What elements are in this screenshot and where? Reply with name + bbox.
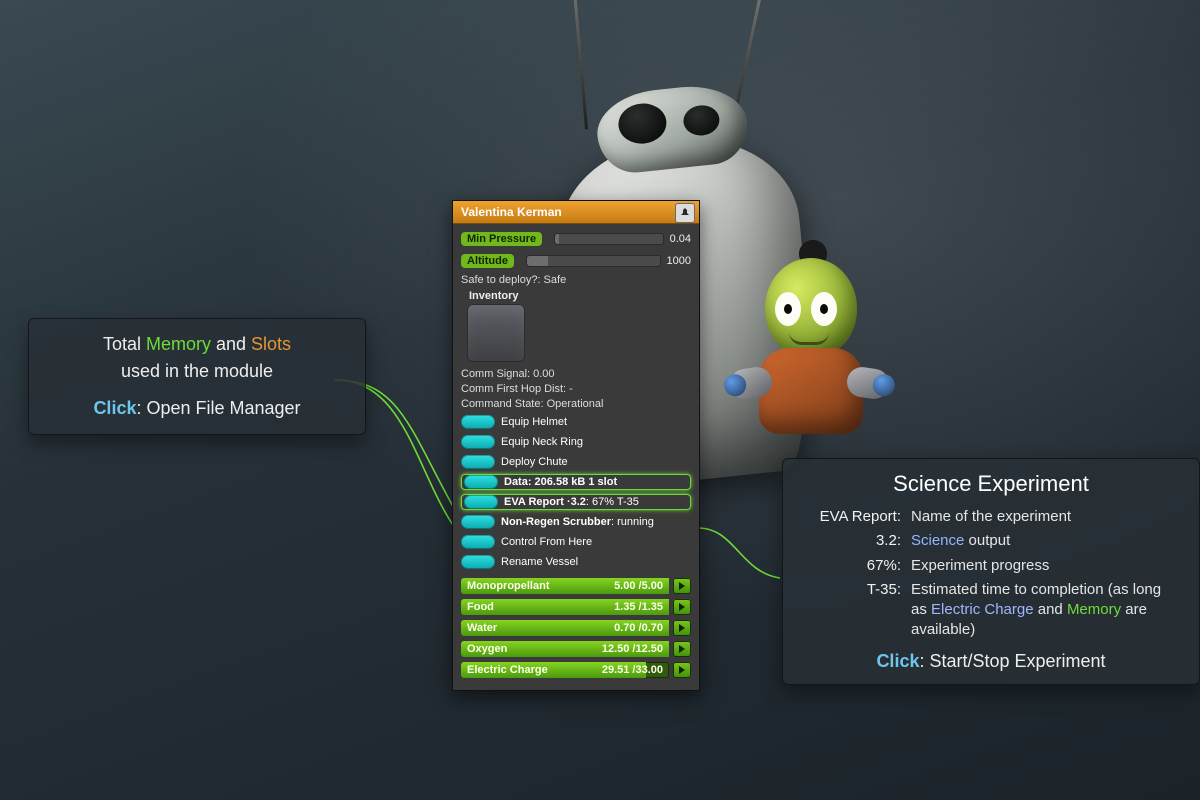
toggle-icon xyxy=(464,495,498,509)
resource-bar: Water 0.70 /0.70 xyxy=(461,620,669,636)
action-label: Equip Helmet xyxy=(501,416,567,428)
callout-click-line: Click: Open File Manager xyxy=(47,395,347,422)
resource-label: Electric Charge xyxy=(467,662,548,678)
action-rename-vessel[interactable]: Rename Vessel xyxy=(461,553,691,571)
resource-bar: Food 1.35 /1.35 xyxy=(461,599,669,615)
callout-experiment: Science Experiment EVA Report: Name of t… xyxy=(782,458,1200,685)
comm-hop: Comm First Hop Dist: - xyxy=(461,383,691,395)
toggle-icon xyxy=(461,455,495,469)
toggle-icon xyxy=(461,555,495,569)
safe-to-deploy: Safe to deploy?: Safe xyxy=(461,274,691,286)
min-pressure-label: Min Pressure xyxy=(461,232,542,246)
panel-titlebar[interactable]: Valentina Kerman xyxy=(453,201,699,224)
action-label: Non-Regen Scrubber: running xyxy=(501,516,654,528)
action-data-file-manager[interactable]: Data: 206.58 kB 1 slot xyxy=(461,473,691,491)
pin-icon xyxy=(679,207,691,219)
action-control-from-here[interactable]: Control From Here xyxy=(461,533,691,551)
min-pressure-slider[interactable] xyxy=(554,233,663,245)
resource-value: 0.70 /0.70 xyxy=(614,620,663,636)
resource-toggle-button[interactable] xyxy=(673,641,691,657)
resource-toggle-button[interactable] xyxy=(673,662,691,678)
resource-toggle-button[interactable] xyxy=(673,599,691,615)
pin-button[interactable] xyxy=(675,203,695,223)
toggle-icon xyxy=(464,475,498,489)
resource-food: Food 1.35 /1.35 xyxy=(461,598,691,616)
def-key: EVA Report: xyxy=(801,507,901,527)
toggle-icon xyxy=(461,535,495,549)
resource-bar: Monopropellant 5.00 /5.00 xyxy=(461,578,669,594)
action-label: EVA Report ·3.2: 67% T-35 xyxy=(504,496,639,508)
callout-file-manager: Total Memory and Slots used in the modul… xyxy=(28,318,366,435)
resource-bar: Electric Charge 29.51 /33.00 xyxy=(461,662,669,678)
toggle-icon xyxy=(461,415,495,429)
action-label: Data: 206.58 kB 1 slot xyxy=(504,476,617,488)
slots-word: Slots xyxy=(251,334,291,354)
action-eva-report[interactable]: EVA Report ·3.2: 67% T-35 xyxy=(461,493,691,511)
click-word: Click xyxy=(876,651,919,671)
def-key: 67%: xyxy=(801,556,901,576)
resource-water: Water 0.70 /0.70 xyxy=(461,619,691,637)
action-deploy-chute[interactable]: Deploy Chute xyxy=(461,453,691,471)
action-label: Deploy Chute xyxy=(501,456,568,468)
action-equip-helmet[interactable]: Equip Helmet xyxy=(461,413,691,431)
science-word: Science xyxy=(911,532,964,549)
play-icon xyxy=(678,624,686,632)
altitude-slider[interactable] xyxy=(526,255,661,267)
kerbal-panel: Valentina Kerman Min Pressure 0.04 Altit… xyxy=(452,200,700,691)
resource-monopropellant: Monopropellant 5.00 /5.00 xyxy=(461,577,691,595)
action-label: Equip Neck Ring xyxy=(501,436,583,448)
altitude-row[interactable]: Altitude 1000 xyxy=(461,252,691,270)
callout-click-line: Click: Start/Stop Experiment xyxy=(801,651,1181,672)
resource-oxygen: Oxygen 12.50 /12.50 xyxy=(461,640,691,658)
toggle-icon xyxy=(461,435,495,449)
resource-label: Food xyxy=(467,599,494,615)
play-icon xyxy=(678,582,686,590)
callout-title: Science Experiment xyxy=(801,471,1181,497)
action-equip-neck-ring[interactable]: Equip Neck Ring xyxy=(461,433,691,451)
memory-word: Memory xyxy=(1067,601,1121,618)
min-pressure-row[interactable]: Min Pressure 0.04 xyxy=(461,230,691,248)
callout-line: used in the module xyxy=(47,358,347,385)
resource-label: Oxygen xyxy=(467,641,507,657)
inventory-slot[interactable] xyxy=(467,304,525,362)
resource-value: 1.35 /1.35 xyxy=(614,599,663,615)
action-label: Control From Here xyxy=(501,536,592,548)
resource-value: 12.50 /12.50 xyxy=(602,641,663,657)
resource-label: Monopropellant xyxy=(467,578,550,594)
comm-signal: Comm Signal: 0.00 xyxy=(461,368,691,380)
resource-value: 29.51 /33.00 xyxy=(602,662,663,678)
def-key: 3.2: xyxy=(801,531,901,551)
action-scrubber[interactable]: Non-Regen Scrubber: running xyxy=(461,513,691,531)
resource-bar: Oxygen 12.50 /12.50 xyxy=(461,641,669,657)
min-pressure-value: 0.04 xyxy=(670,233,691,245)
toggle-icon xyxy=(461,515,495,529)
def-val: Estimated time to completion (as long as… xyxy=(911,580,1181,641)
def-key: T-35: xyxy=(801,580,901,641)
action-label: Rename Vessel xyxy=(501,556,578,568)
click-word: Click xyxy=(93,398,136,418)
slider-fill xyxy=(555,234,559,244)
memory-word: Memory xyxy=(146,334,211,354)
command-state: Command State: Operational xyxy=(461,398,691,410)
resource-electric-charge: Electric Charge 29.51 /33.00 xyxy=(461,661,691,679)
altitude-value: 1000 xyxy=(667,255,691,267)
resource-toggle-button[interactable] xyxy=(673,578,691,594)
resource-label: Water xyxy=(467,620,497,636)
play-icon xyxy=(678,666,686,674)
def-val: Name of the experiment xyxy=(911,507,1181,527)
play-icon xyxy=(678,603,686,611)
play-icon xyxy=(678,645,686,653)
callout-line: Total Memory and Slots xyxy=(47,331,347,358)
def-val: Science output xyxy=(911,531,1181,551)
electric-charge-word: Electric Charge xyxy=(931,601,1034,618)
game-scene: Total Memory and Slots used in the modul… xyxy=(0,0,1200,800)
slider-fill xyxy=(527,256,548,266)
resource-value: 5.00 /5.00 xyxy=(614,578,663,594)
resource-toggle-button[interactable] xyxy=(673,620,691,636)
def-val: Experiment progress xyxy=(911,556,1181,576)
inventory-title: Inventory xyxy=(469,290,691,302)
altitude-label: Altitude xyxy=(461,254,514,268)
panel-title: Valentina Kerman xyxy=(461,205,562,219)
